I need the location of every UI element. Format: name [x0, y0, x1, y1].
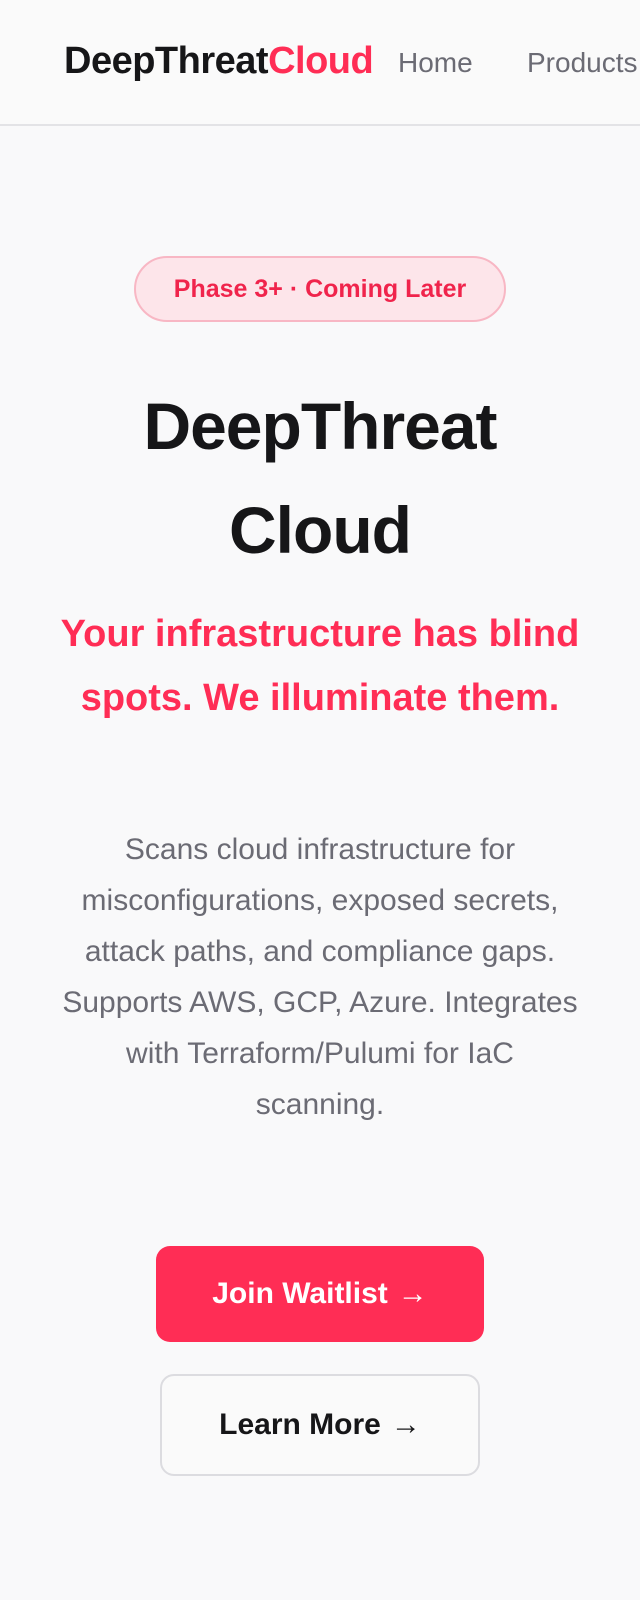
- join-waitlist-button[interactable]: Join Waitlist →: [156, 1246, 484, 1342]
- brand-name-accent: Cloud: [268, 40, 374, 82]
- arrow-right-icon: →: [390, 1408, 421, 1441]
- nav-link-home[interactable]: Home: [398, 46, 473, 80]
- hero-title: DeepThreat Cloud: [143, 389, 497, 567]
- brand-logo[interactable]: DeepThreatCloud: [64, 38, 374, 84]
- join-waitlist-label: Join Waitlist: [212, 1277, 388, 1310]
- hero-tagline: Your infrastructure has blind spots. We …: [60, 613, 580, 719]
- learn-more-button[interactable]: Learn More →: [160, 1374, 480, 1476]
- hero-description: Scans cloud infrastructure for misconfig…: [62, 833, 578, 1121]
- phase-badge: Phase 3+ · Coming Later: [134, 256, 506, 322]
- brand-name-primary: DeepThreat: [64, 40, 269, 82]
- arrow-right-icon: →: [397, 1277, 428, 1310]
- learn-more-label: Learn More: [219, 1408, 381, 1441]
- nav-link-products[interactable]: Products: [527, 46, 638, 80]
- navbar: DeepThreatCloud Home Products: [0, 0, 640, 126]
